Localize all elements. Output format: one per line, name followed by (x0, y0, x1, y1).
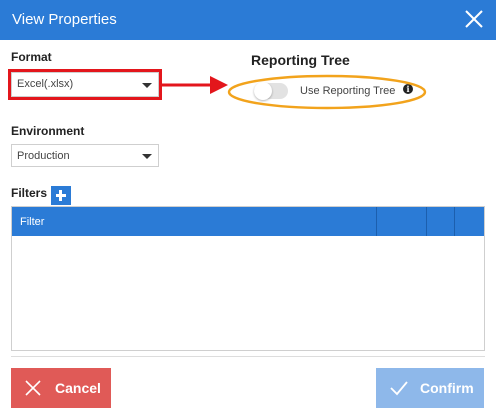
filters-label: Filters (11, 186, 48, 200)
column-header-filter: Filter (20, 216, 45, 228)
view-properties-dialog: View Properties Format Excel(.xlsx) Repo… (0, 0, 496, 416)
column-divider (426, 207, 427, 236)
caret-down-icon (142, 154, 152, 159)
check-icon (390, 381, 408, 396)
environment-label: Environment (11, 124, 85, 138)
confirm-label: Confirm (420, 380, 474, 396)
dialog-titlebar: View Properties (0, 0, 496, 40)
column-divider (454, 207, 455, 236)
cancel-button[interactable]: Cancel (11, 368, 111, 408)
x-icon (25, 380, 41, 396)
footer-divider (11, 356, 485, 357)
add-filter-button[interactable] (51, 186, 71, 205)
reporting-tree-heading: Reporting Tree (251, 52, 350, 68)
column-divider (376, 207, 377, 236)
dialog-title: View Properties (12, 11, 117, 28)
confirm-button[interactable]: Confirm (376, 368, 484, 408)
format-label: Format (11, 50, 52, 64)
cancel-label: Cancel (55, 380, 101, 396)
filters-table-header: Filter (12, 207, 484, 236)
format-highlight-box (8, 69, 162, 100)
reporting-tree-highlight-ellipse (227, 74, 427, 110)
close-icon[interactable] (462, 7, 486, 31)
filters-table: Filter (11, 206, 485, 351)
environment-select[interactable]: Production (11, 144, 159, 167)
environment-select-value: Production (17, 150, 70, 162)
annotation-arrow (162, 76, 228, 94)
